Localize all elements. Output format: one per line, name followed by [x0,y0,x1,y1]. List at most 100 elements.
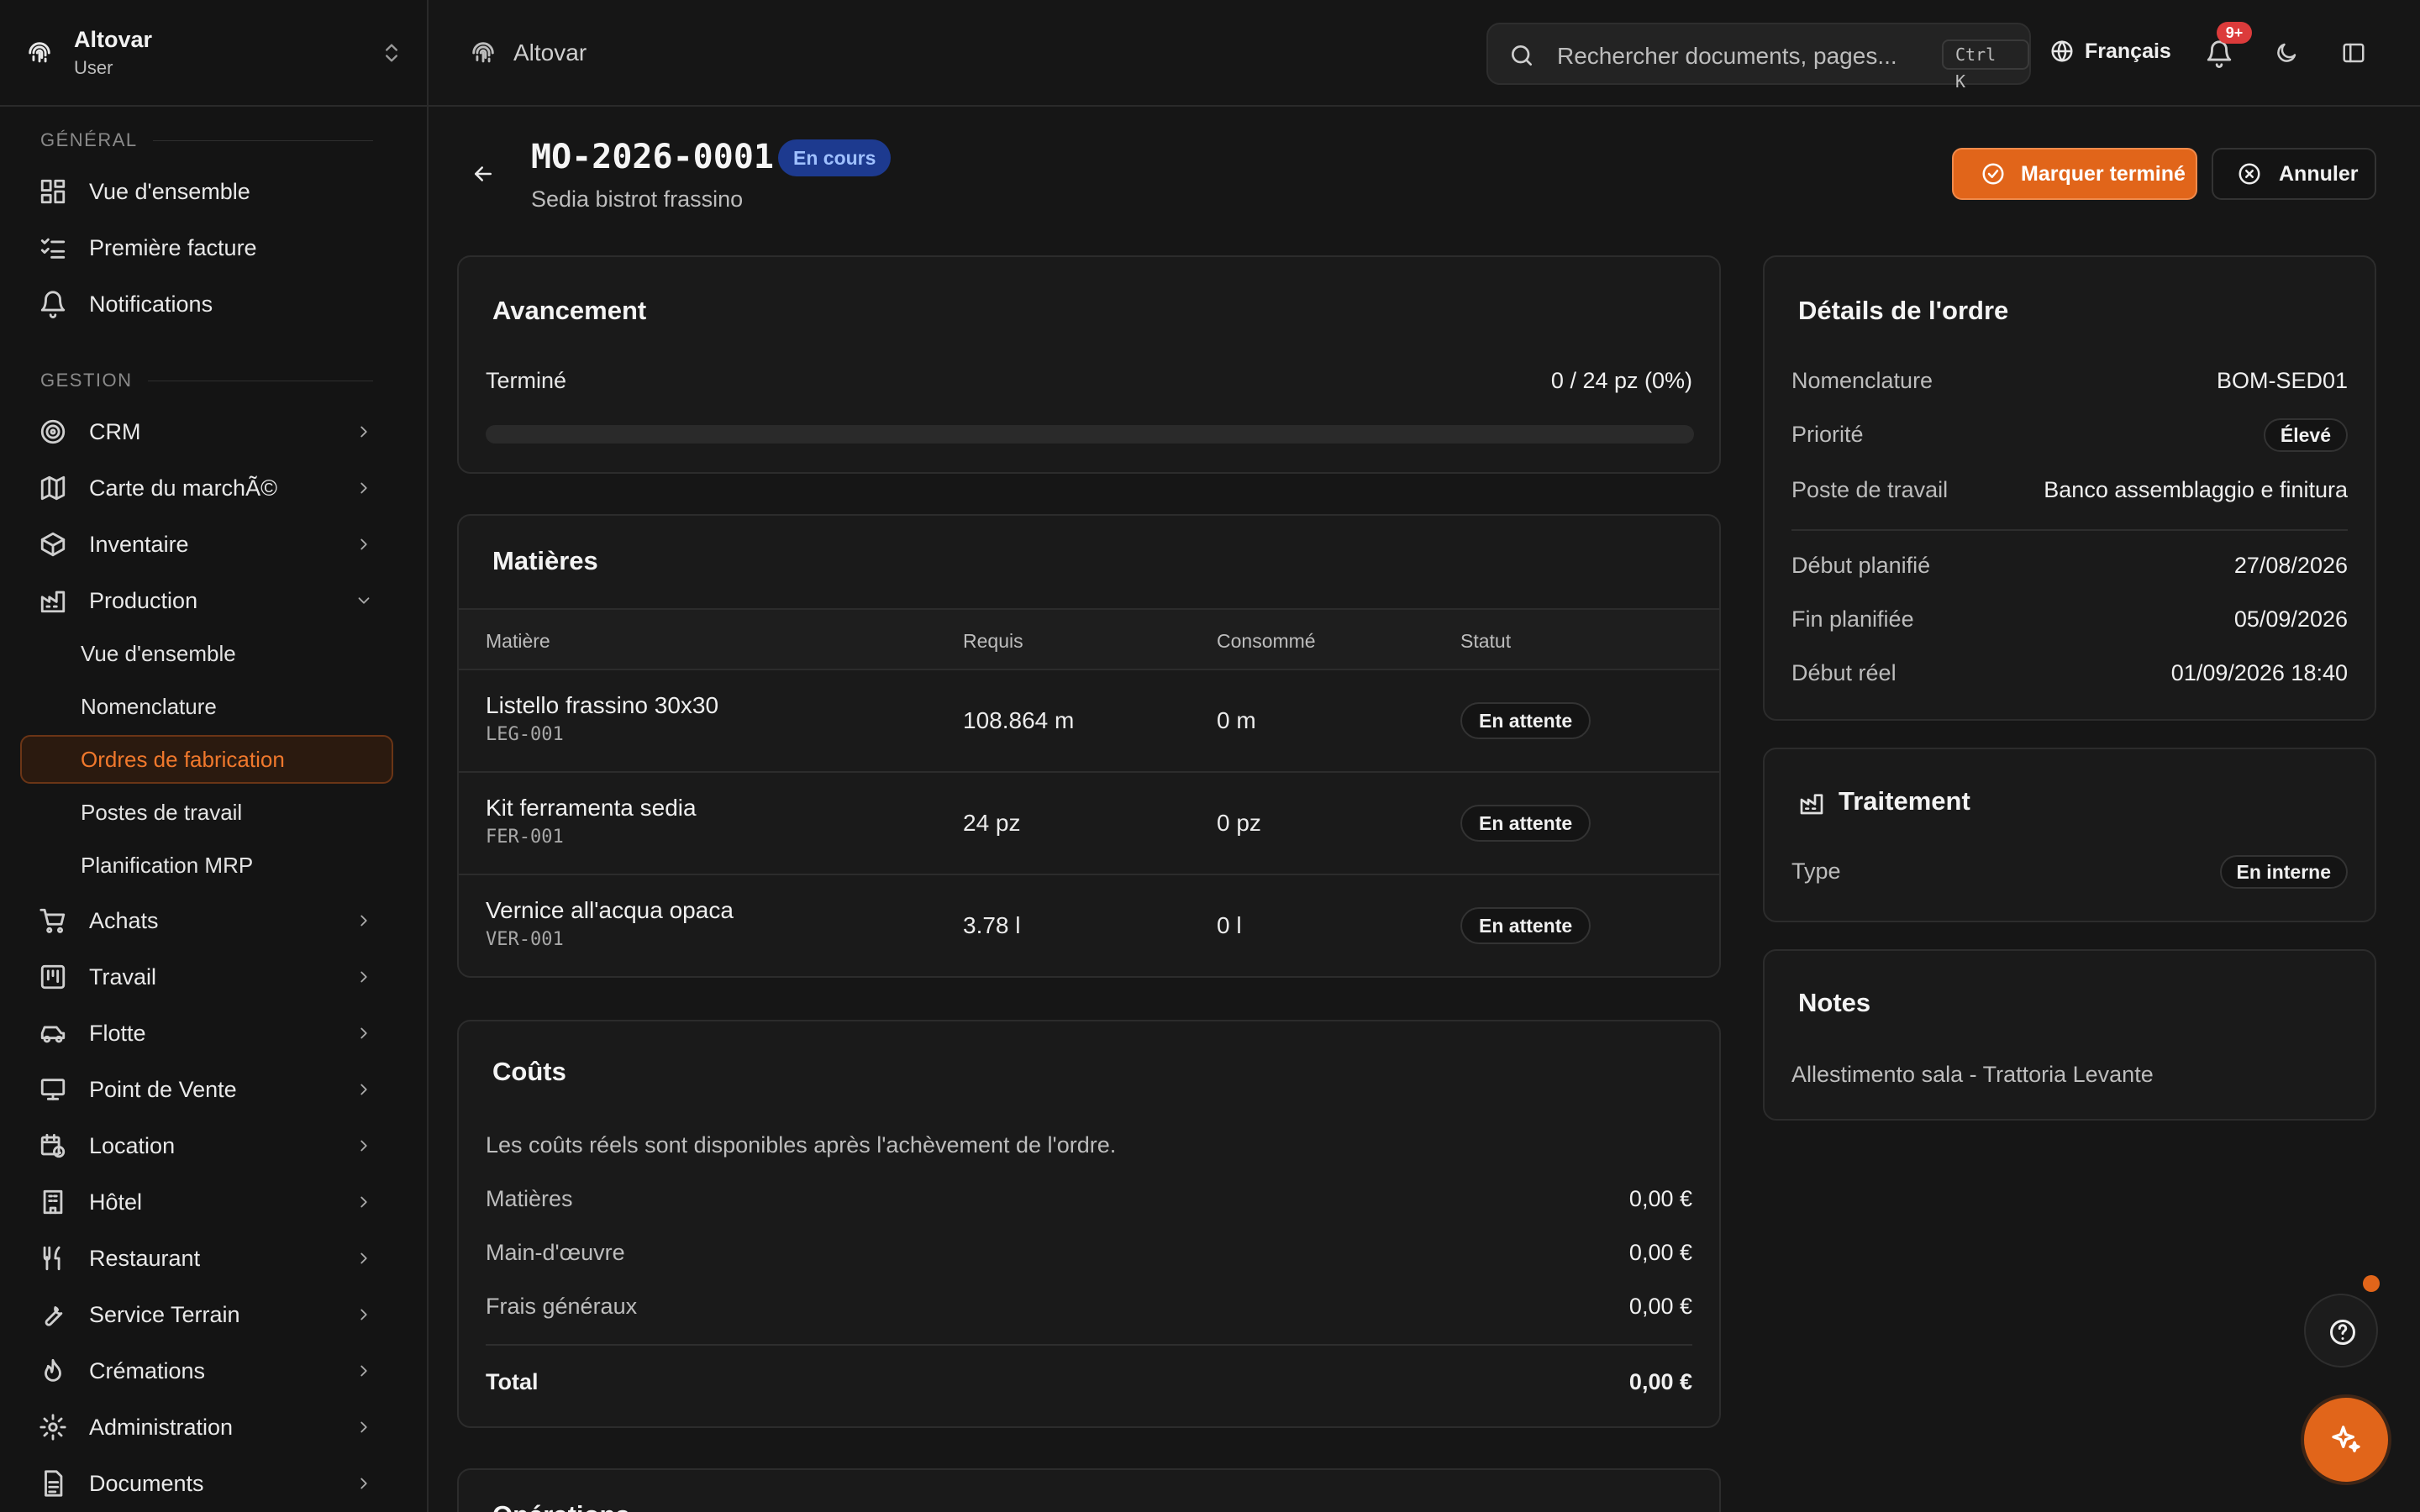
bell-icon [40,291,66,318]
actual-start-value: 01/09/2026 18:40 [2170,660,2348,685]
notifications-count-badge: 9+ [2217,22,2252,44]
cost-total-label: Total [486,1369,539,1394]
sidebar-item-market-map[interactable]: Carte du marchÃ© [20,463,393,513]
col-header-status: Statut [1460,630,1512,652]
sidebar-item-rental[interactable]: Location [20,1121,393,1171]
sidebar-item-crm[interactable]: CRM [20,407,393,457]
sidebar-item-label: Carte du marchÃ© [89,475,277,501]
chevron-down-icon [358,597,370,604]
flame-icon [45,1358,61,1382]
sidebar-item-overview[interactable]: Vue d'ensemble [20,166,393,217]
material-code: FER-001 [486,827,564,848]
help-circle-icon [2330,1320,2355,1345]
fingerprint-icon [472,42,494,63]
col-header-required: Requis [963,630,1023,652]
cost-overhead-label: Frais généraux [486,1294,638,1319]
priority-badge: Élevé [2263,418,2348,452]
sidebar-item-label: Location [89,1132,176,1158]
bom-value[interactable]: BOM-SED01 [2217,368,2348,394]
wrench-icon [45,1306,63,1326]
sidebar-item-first-invoice[interactable]: Première facture [20,223,393,273]
ai-assistant-button[interactable] [2304,1398,2388,1482]
sidebar-item-point-of-sale[interactable]: Point de Vente [20,1064,393,1115]
sidebar-item-purchases[interactable]: Achats [20,895,393,946]
building-icon [43,1189,63,1215]
mark-done-button[interactable]: Marquer terminé [1952,148,2197,200]
help-notification-dot [2363,1275,2380,1292]
chevron-right-icon [360,1478,367,1489]
moon-icon[interactable] [2274,40,2299,66]
monitor-icon [40,1079,66,1100]
chevron-right-icon [360,482,367,494]
sidebar: Altovar User GÉNÉRAL Vue d'ensemble Prem… [0,0,429,1512]
planned-end-value: 05/09/2026 [2233,606,2348,632]
status-badge: En cours [778,139,892,176]
search-placeholder: Rechercher documents, pages... [1557,43,1897,69]
workspace-switcher[interactable]: Altovar User [0,0,427,107]
progress-card: Avancement Terminé 0 / 24 pz (0%) [457,255,1721,474]
sidebar-item-fleet[interactable]: Flotte [20,1008,393,1058]
sidebar-subitem-workstations[interactable]: Postes de travail [20,788,393,837]
sidebar-item-label: Service Terrain [89,1301,240,1327]
panel-toggle-icon[interactable] [2341,40,2366,66]
costs-note: Les coûts réels sont disponibles après l… [486,1132,1117,1158]
sidebar-item-label: Achats [89,907,159,933]
sidebar-item-label: CRM [89,418,141,444]
materials-table-header: Matière Requis Consommé Statut [459,608,1719,670]
bom-label: Nomenclature [1791,368,1933,393]
sidebar-item-notifications[interactable]: Notifications [20,279,393,329]
back-arrow-icon[interactable] [471,161,496,186]
gear-icon [39,1414,66,1441]
sidebar-item-cremations[interactable]: Crémations [20,1346,393,1396]
material-code: LEG-001 [486,724,564,745]
chevron-right-icon [360,538,367,550]
page-title: MO-2026-0001 [531,138,774,176]
sidebar-item-field-service[interactable]: Service Terrain [20,1289,393,1340]
sidebar-item-work[interactable]: Travail [20,952,393,1002]
table-row[interactable]: Vernice all'acqua opaca VER-001 3.78 l 0… [459,875,1719,976]
sidebar-item-administration[interactable]: Administration [20,1402,393,1452]
sidebar-item-label: Notifications [89,291,213,317]
materials-title: Matières [492,546,598,575]
chevron-right-icon [360,915,367,927]
sidebar-item-inventory[interactable]: Inventaire [20,519,393,570]
sidebar-subitem-label: Ordres de fabrication [81,746,285,772]
notifications-bell-icon[interactable] [2205,39,2233,68]
chevron-right-icon [360,426,367,438]
cancel-order-button[interactable]: Annuler [2212,148,2376,200]
costs-card: Coûts Les coûts réels sont disponibles a… [457,1020,1721,1428]
progress-label: Terminé [486,368,567,393]
search-input[interactable]: Rechercher documents, pages... Ctrl K [1486,23,2031,92]
sidebar-item-hotel[interactable]: Hôtel [20,1177,393,1227]
sidebar-item-restaurant[interactable]: Restaurant [20,1233,393,1284]
workstation-label: Poste de travail [1791,477,1949,502]
processing-title: Traitement [1839,786,1970,816]
material-status-badge: En attente [1460,907,1591,944]
sidebar-subitem-mrp-planning[interactable]: Planification MRP [20,841,393,890]
sidebar-subitem-bom[interactable]: Nomenclature [20,682,393,731]
sidebar-item-label: Point de Vente [89,1076,237,1102]
sidebar-item-production[interactable]: Production [20,575,393,626]
progress-value: 0 / 24 pz (0%) [1550,368,1692,393]
table-row[interactable]: Listello frassino 30x30 LEG-001 108.864 … [459,670,1719,773]
cost-labour-label: Main-d'œuvre [486,1240,625,1265]
sidebar-subitem-production-overview[interactable]: Vue d'ensemble [20,629,393,678]
file-icon [45,1470,63,1497]
chevron-right-icon [360,1196,367,1208]
order-details-card: Détails de l'ordre Nomenclature BOM-SED0… [1763,255,2376,721]
help-button[interactable] [2304,1294,2378,1368]
sidebar-subitem-manufacturing-orders[interactable]: Ordres de fabrication [20,735,393,784]
product-name: Sedia bistrot frassino [531,186,744,212]
table-row[interactable]: Kit ferramenta sedia FER-001 24 pz 0 pz … [459,773,1719,875]
chevron-right-icon [360,1084,367,1095]
language-selector[interactable]: Français [2049,39,2171,64]
breadcrumb[interactable]: Altovar [513,39,587,66]
sidebar-item-label: Hôtel [89,1189,143,1215]
sidebar-item-label: Inventaire [89,531,189,557]
material-name: Kit ferramenta sedia [486,795,697,821]
operations-card: Opérations [457,1468,1721,1512]
workspace-name: Altovar [74,27,153,52]
sidebar-item-label: Administration [89,1414,234,1440]
chevron-right-icon [360,1140,367,1152]
sidebar-item-documents[interactable]: Documents [20,1458,393,1509]
